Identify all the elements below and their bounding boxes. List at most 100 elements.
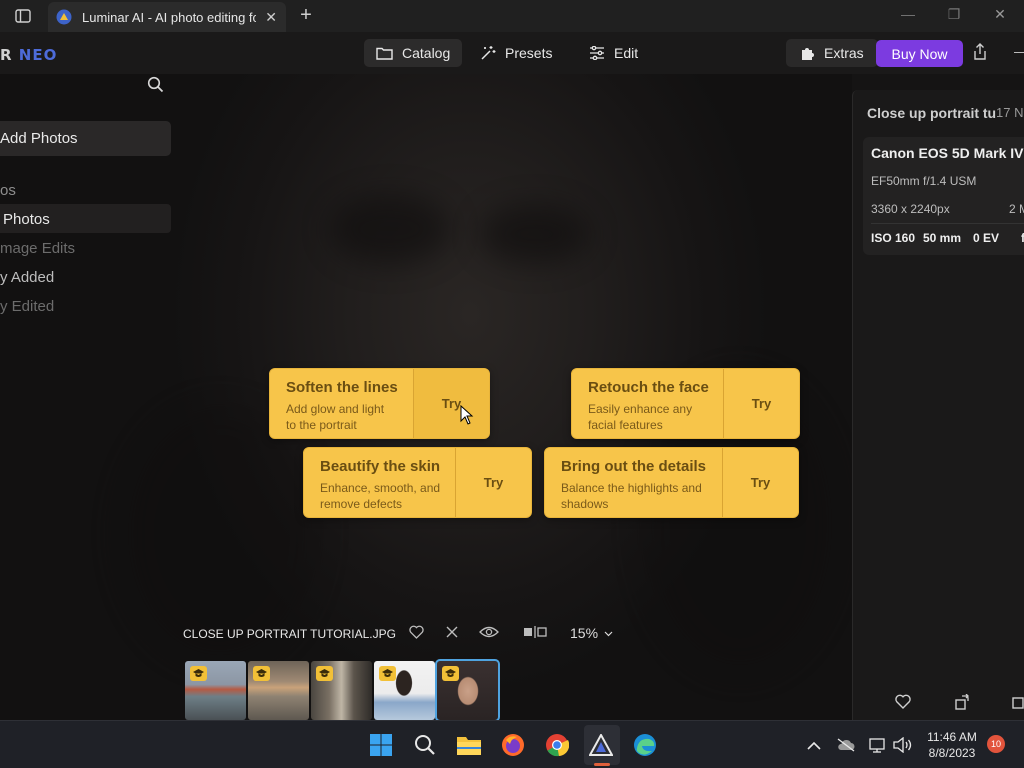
- try-button[interactable]: Try: [455, 448, 531, 517]
- card-title: Retouch the face: [588, 379, 709, 396]
- try-button[interactable]: Try: [723, 369, 799, 438]
- magic-wand-icon: [481, 46, 496, 60]
- card-description: shadows: [561, 497, 609, 511]
- rotate-icon[interactable]: [954, 693, 970, 715]
- try-button[interactable]: Try: [722, 448, 798, 517]
- reject-icon[interactable]: [445, 625, 459, 644]
- zoom-value: 15%: [570, 625, 599, 641]
- sidebar-item-photos-group[interactable]: os: [0, 182, 16, 199]
- screen: Luminar AI - AI photo editing for ✕ + — …: [0, 0, 1024, 768]
- folder-icon: [376, 47, 393, 60]
- exposure-value: 0 EV: [973, 231, 1000, 245]
- exif-card: Canon EOS 5D Mark IV EF50mm f/1.4 USM 33…: [863, 137, 1024, 255]
- luminar-logo: R NEO: [0, 46, 57, 64]
- edit-label: Edit: [614, 45, 639, 61]
- copy-icon[interactable]: [1011, 694, 1024, 715]
- minimize-icon[interactable]: —: [898, 6, 918, 22]
- template-card-soften-lines[interactable]: Soften the lines Add glow and light to t…: [269, 368, 490, 439]
- presets-tab[interactable]: Presets: [468, 39, 564, 67]
- edge-icon[interactable]: [631, 731, 659, 759]
- info-date: 17 No: [996, 105, 1024, 120]
- card-description: Enhance, smooth, and: [320, 481, 441, 495]
- card-title: Beautify the skin: [320, 458, 441, 475]
- template-card-beautify-skin[interactable]: Beautify the skin Enhance, smooth, and r…: [303, 447, 532, 518]
- notification-badge[interactable]: 10: [987, 735, 1005, 753]
- puzzle-icon: [802, 48, 814, 60]
- thumbnail-photo[interactable]: [185, 661, 246, 720]
- restore-icon[interactable]: ❐: [944, 6, 964, 23]
- presets-label: Presets: [505, 45, 553, 61]
- windows-taskbar: 11:46 AM 8/8/2023 10: [0, 720, 1024, 768]
- buy-now-button[interactable]: Buy Now: [876, 40, 963, 67]
- card-text: Soften the lines Add glow and light to t…: [270, 369, 413, 438]
- compare-icon[interactable]: [523, 625, 547, 644]
- lens-model: EF50mm f/1.4 USM: [871, 174, 977, 188]
- tab-actions-icon[interactable]: [12, 7, 34, 25]
- luminar-favicon-icon: [56, 9, 72, 25]
- panel-collapse-icon[interactable]: [1014, 52, 1024, 53]
- sidebar-item-recently-added[interactable]: y Added: [0, 269, 54, 286]
- heart-icon[interactable]: [409, 625, 424, 644]
- search-taskbar-icon[interactable]: [411, 731, 439, 759]
- close-tab-icon[interactable]: ✕: [265, 9, 277, 26]
- firefox-icon[interactable]: [499, 731, 527, 759]
- volume-icon[interactable]: [888, 731, 916, 759]
- photo-shadow: [330, 194, 450, 264]
- thumbnail-photo-selected[interactable]: [435, 659, 500, 722]
- sidebar-item-recently-edited[interactable]: y Edited: [0, 298, 54, 315]
- graduation-cap-icon: [379, 666, 396, 681]
- file-name-label: CLOSE UP PORTRAIT TUTORIAL.JPG: [183, 627, 396, 641]
- info-panel: Close up portrait tu 17 No Canon EOS 5D …: [852, 90, 1024, 720]
- card-description: remove defects: [320, 497, 403, 511]
- zoom-dropdown[interactable]: 15%: [570, 625, 613, 641]
- card-title: Bring out the details: [561, 458, 707, 475]
- template-card-bring-out-details[interactable]: Bring out the details Balance the highli…: [544, 447, 799, 518]
- chevron-down-icon: [604, 631, 613, 637]
- try-button[interactable]: Try: [413, 369, 489, 438]
- card-description: Add glow and light: [286, 402, 385, 416]
- search-icon[interactable]: [147, 76, 164, 98]
- extras-button[interactable]: Extras: [786, 39, 878, 67]
- sidebar-item-all-photos[interactable]: Photos: [3, 211, 50, 228]
- sliders-icon: [590, 46, 604, 60]
- graduation-cap-icon: [442, 666, 459, 681]
- edit-tab[interactable]: Edit: [577, 39, 650, 67]
- tab-title: Luminar AI - AI photo editing for: [82, 9, 256, 25]
- logo-text: R: [0, 46, 13, 64]
- card-description: to the portrait: [286, 418, 357, 432]
- card-description: Balance the highlights and: [561, 481, 702, 495]
- card-description: facial features: [588, 418, 663, 432]
- chrome-icon[interactable]: [543, 731, 571, 759]
- browser-tab[interactable]: Luminar AI - AI photo editing for ✕: [48, 2, 286, 32]
- card-text: Beautify the skin Enhance, smooth, and r…: [304, 448, 455, 517]
- template-card-retouch-face[interactable]: Retouch the face Easily enhance any faci…: [571, 368, 800, 439]
- eye-icon[interactable]: [479, 625, 499, 644]
- graduation-cap-icon: [190, 666, 207, 681]
- new-tab-icon[interactable]: +: [296, 4, 316, 27]
- chevron-up-icon[interactable]: [800, 731, 828, 759]
- sidebar-item-image-edits[interactable]: mage Edits: [0, 240, 75, 257]
- clock-time: 11:46 AM: [927, 730, 977, 744]
- luminar-taskbar-icon[interactable]: [587, 731, 615, 759]
- file-explorer-icon[interactable]: [455, 731, 483, 759]
- graduation-cap-icon: [253, 666, 270, 681]
- add-photos-button[interactable]: Add Photos: [0, 121, 171, 156]
- app-header: R NEO Catalog Presets Edit Extras Buy No…: [0, 32, 1024, 74]
- thumbnail-photo[interactable]: [311, 661, 372, 720]
- clock[interactable]: 11:46 AM 8/8/2023: [926, 729, 978, 761]
- thumbnail-photo[interactable]: [374, 661, 435, 720]
- catalog-tab[interactable]: Catalog: [364, 39, 463, 67]
- resolution: 3360 x 2240px: [871, 202, 950, 216]
- graduation-cap-icon: [316, 666, 333, 681]
- clock-date: 8/8/2023: [928, 746, 976, 760]
- iso-value: ISO 160: [871, 231, 916, 245]
- close-window-icon[interactable]: ✕: [990, 6, 1010, 23]
- divider: [871, 223, 1024, 224]
- thumbnail-photo[interactable]: [248, 661, 309, 720]
- share-icon[interactable]: [972, 43, 988, 66]
- card-description: Easily enhance any: [588, 402, 693, 416]
- windows-start-icon[interactable]: [367, 731, 395, 759]
- favorite-heart-icon[interactable]: [895, 694, 911, 714]
- megapixels: 2 M: [1009, 202, 1024, 216]
- cloud-off-icon[interactable]: [832, 731, 860, 759]
